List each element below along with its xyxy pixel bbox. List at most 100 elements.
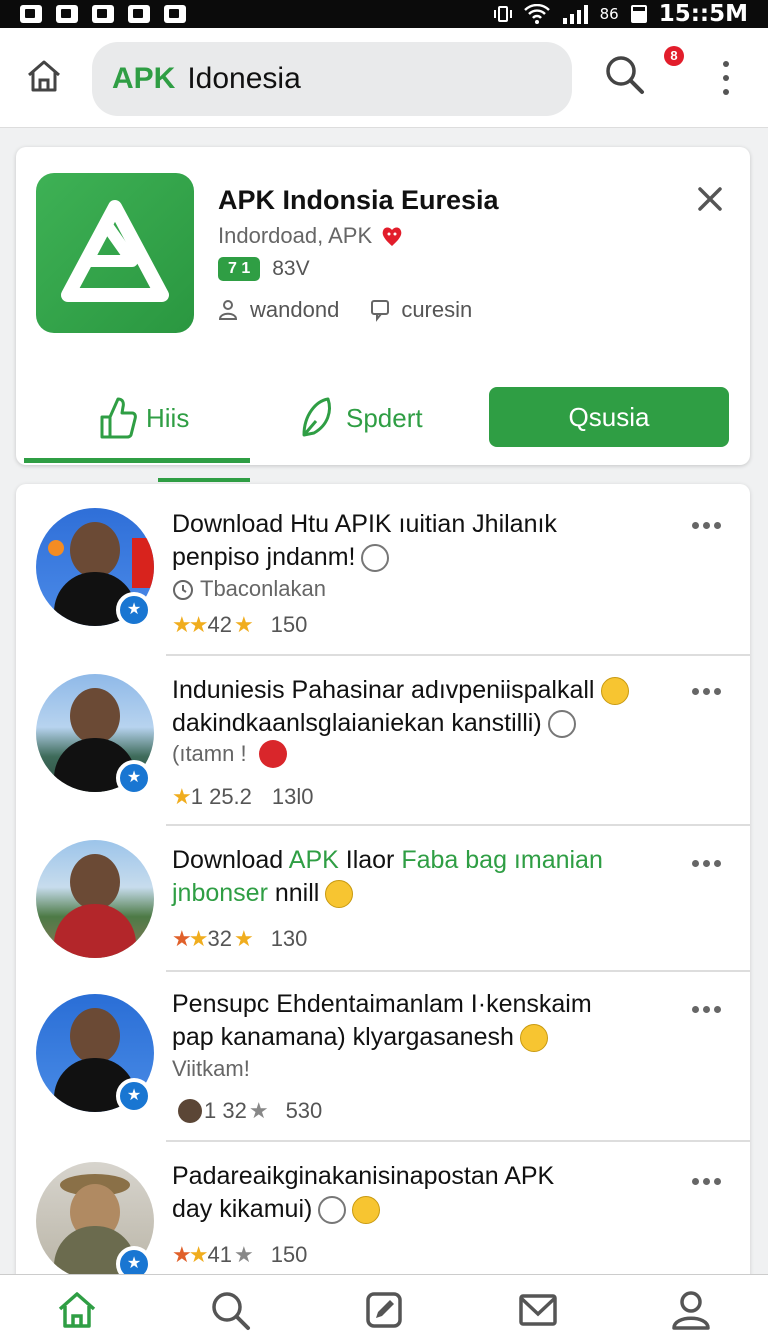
item-title: Induniesis Pahasinar adıvpeniispalkall d… — [172, 674, 682, 740]
list-item[interactable]: ★ Padareaikginakanisinapostan APK day ki… — [16, 1142, 750, 1284]
item-title-part2: APK — [288, 846, 339, 874]
app-info-card: APK Indonsia Euresia Indordoad, APK 7 1 … — [16, 147, 750, 482]
status-bar: 86 15::5M — [0, 0, 768, 28]
star-icon: ★ — [233, 612, 254, 637]
item-title-line2-wrap: pap kanamana) klyargasanesh — [172, 1021, 682, 1054]
item-count: 130 — [270, 926, 308, 951]
wifi-icon — [523, 4, 550, 24]
tab-spdert[interactable]: Spdert — [298, 383, 423, 453]
item-title-line2: day kikamui) — [172, 1195, 313, 1223]
notification-app-icon — [128, 5, 150, 23]
item-rating: ★★ 32 ★ — [172, 926, 254, 952]
nav-edit-icon[interactable] — [362, 1288, 406, 1332]
star-icon: ★ — [233, 926, 254, 951]
item-rating: 1 32 ★ — [172, 1098, 269, 1124]
nav-search-icon[interactable] — [208, 1288, 252, 1332]
search-icon[interactable] — [602, 52, 646, 96]
item-more-icon[interactable] — [692, 522, 721, 529]
item-count: 150 — [270, 612, 308, 637]
meta-downloads-label: wandond — [250, 297, 340, 322]
tab-hiis-label: Hiis — [146, 402, 190, 433]
item-title-line2: dakindkaanlsglaianiekan kanstilli) — [172, 709, 542, 737]
app-logo-icon — [36, 173, 194, 333]
item-title-part4: Faba bag ımanian — [401, 846, 603, 874]
item-rating: ★ 1 25.2 — [172, 784, 252, 810]
close-icon[interactable] — [692, 181, 728, 217]
clock: 15::5M — [658, 1, 748, 27]
verified-badge-icon: ★ — [116, 760, 152, 796]
vibrate-icon — [493, 6, 512, 22]
item-title: Download APK Ilaor Faba bag ımanian jnbo… — [172, 844, 682, 910]
item-title-line2: jnbonser — [172, 879, 268, 907]
item-stats: ★★ 41 ★ 150 — [172, 1242, 307, 1268]
nav-profile-icon[interactable] — [669, 1288, 713, 1332]
list-item[interactable]: ★ Induniesis Pahasinar adıvpeniispalkall… — [16, 656, 750, 826]
app-subtitle: Indordoad, APK — [218, 223, 404, 249]
bottom-nav — [0, 1274, 768, 1344]
item-rating-value: 32 — [207, 926, 232, 951]
item-more-icon[interactable] — [692, 688, 721, 695]
stars-icon: ★★ — [172, 926, 209, 951]
item-rating: ★★ 41 ★ — [172, 1242, 254, 1268]
search-bar[interactable]: APK Idonesia — [92, 42, 572, 116]
item-more-icon[interactable] — [692, 1006, 721, 1013]
notification-app-icon — [92, 5, 114, 23]
app-developer: Indordoad, APK — [218, 223, 373, 248]
meta-comments: curesin — [369, 297, 472, 323]
item-stats: ★ 1 25.2 13l0 — [172, 784, 314, 810]
meta-comments-label: curesin — [401, 297, 473, 322]
item-rating-value: 1 32 — [204, 1098, 247, 1123]
tab-spdert-label: Spdert — [346, 402, 423, 433]
rating-row: 7 1 83V — [218, 257, 310, 281]
stars-icon: ★★ — [172, 1242, 209, 1267]
heart-icon — [382, 227, 402, 246]
item-stats: ★★ 32 ★ 130 — [172, 926, 307, 952]
laugh-emoji-icon — [547, 710, 576, 739]
item-sub-text: (ıtamn ! — [172, 741, 247, 766]
item-count: 530 — [285, 1098, 323, 1123]
leaf-icon — [302, 397, 331, 437]
status-left-icons — [20, 5, 186, 23]
rating-badge: 7 1 — [218, 257, 261, 281]
notification-badge[interactable]: 8 — [664, 46, 684, 66]
tab-hiis[interactable]: Hiis — [98, 383, 189, 453]
nav-home-icon[interactable] — [55, 1288, 99, 1332]
item-rating-value: 41 — [207, 1242, 232, 1267]
item-sub: (ıtamn ! — [172, 740, 287, 768]
star-icon: ★ — [172, 784, 192, 809]
battery-percent: 86 — [599, 5, 619, 23]
more-options-icon[interactable] — [716, 58, 736, 98]
tab-indicator-secondary — [158, 478, 250, 482]
install-button[interactable]: Qsusia — [489, 387, 729, 447]
grin-emoji-icon — [519, 1024, 548, 1053]
list-item[interactable]: ★ Pensupc Ehdentaimanlam I·kenskaim pap … — [16, 972, 750, 1142]
item-more-icon[interactable] — [692, 860, 721, 867]
verified-badge-icon: ★ — [116, 1078, 152, 1114]
star-icon: ★ — [233, 1242, 254, 1267]
home-icon[interactable] — [24, 56, 64, 96]
item-rating-value: 42 — [207, 612, 232, 637]
item-more-icon[interactable] — [692, 1178, 721, 1185]
nav-mail-icon[interactable] — [516, 1288, 560, 1332]
item-title-part1: Download — [172, 846, 284, 874]
item-stats: ★★ 42 ★ 150 — [172, 612, 307, 638]
item-sub-text: Viitkam! — [172, 1056, 250, 1081]
verified-badge-icon: ★ — [116, 592, 152, 628]
item-stats: 1 32 ★ 530 — [172, 1098, 322, 1124]
list-item[interactable]: ★ Download Htu APIK ıuitian Jhilanık pen… — [16, 484, 750, 656]
signal-icon — [562, 5, 588, 24]
meta-downloads: wandond — [218, 297, 339, 323]
review-list: ★ Download Htu APIK ıuitian Jhilanık pen… — [16, 484, 750, 1284]
clock-icon — [173, 580, 193, 600]
user-avatar-icon — [178, 1099, 202, 1123]
item-title-line2: pap kanamana) klyargasanesh — [172, 1023, 514, 1051]
comment-icon — [371, 300, 390, 322]
item-title-line2b: nnill — [274, 879, 320, 907]
item-title-line1: Download Htu APIK ıuitian Jhilanık — [172, 510, 557, 538]
list-item[interactable]: Download APK Ilaor Faba bag ımanian jnbo… — [16, 826, 750, 972]
laugh-emoji-icon — [361, 544, 390, 573]
item-title-line1-wrap: Download APK Ilaor Faba bag ımanian — [172, 844, 682, 877]
item-title-line2: penpiso jndanm! — [172, 543, 356, 571]
item-title-line1: Induniesis Pahasinar adıvpeniispalkall — [172, 676, 595, 704]
search-brand-text: APK — [112, 62, 176, 95]
